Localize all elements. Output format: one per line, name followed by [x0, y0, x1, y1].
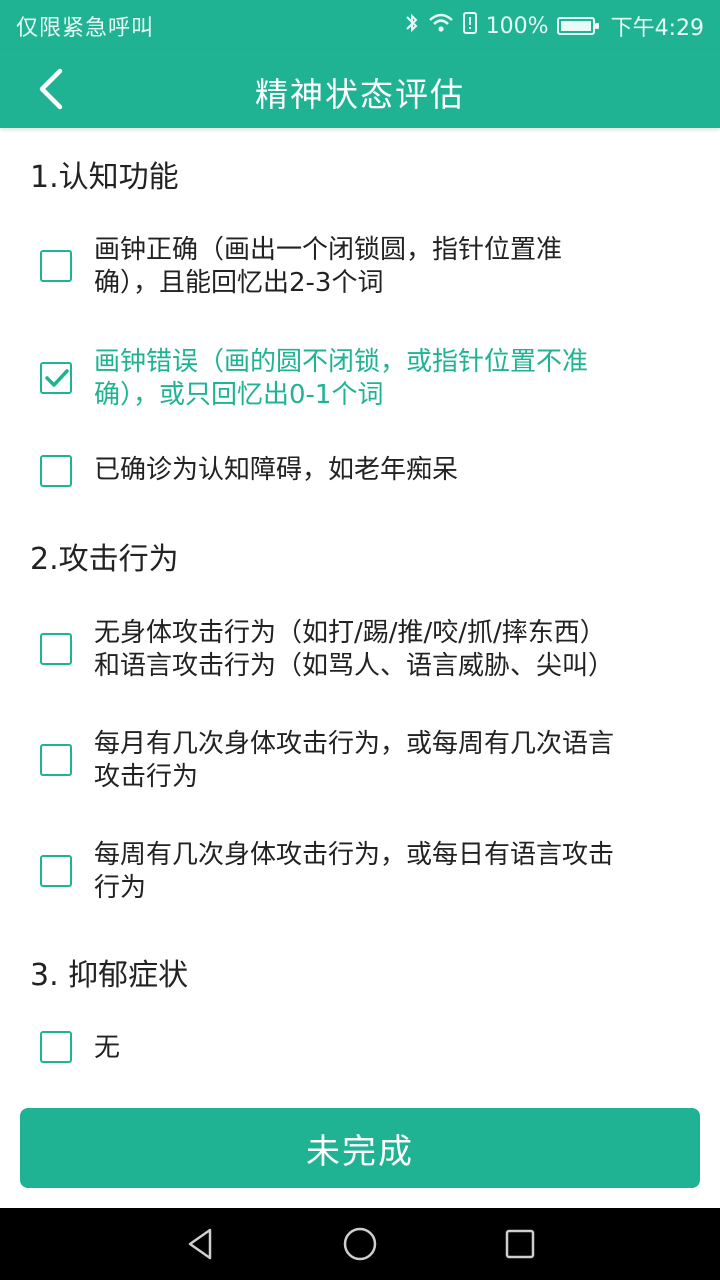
status-bar: 仅限紧急呼叫 100% 下午4:29 [0, 0, 720, 50]
option-label: 画钟正确（画出一个闭锁圆，指针位置准 确），且能回忆出2-3个词 [94, 235, 563, 298]
checkbox[interactable] [40, 1031, 72, 1063]
option-label: 无 [94, 1033, 121, 1063]
bluetooth-icon [404, 11, 420, 41]
option-cognition-2[interactable]: 画钟错误（画的圆不闭锁，或指针位置不准 确），或只回忆出0-1个词 [0, 335, 720, 425]
system-nav-bar [0, 1208, 720, 1280]
option-label: 每周有几次身体攻击行为，或每日有语言攻击 行为 [94, 840, 615, 903]
checkbox-checked[interactable] [40, 362, 72, 394]
checkbox[interactable] [40, 250, 72, 282]
battery-icon [556, 17, 599, 35]
status-right-group: 100% 下午4:29 [404, 10, 704, 42]
option-label: 无身体攻击行为（如打/踢/推/咬/抓/摔东西） 和语言攻击行为（如骂人、语言威胁… [94, 618, 615, 681]
submit-button[interactable]: 未完成 [20, 1108, 700, 1188]
circle-home-icon[interactable] [342, 1226, 378, 1262]
checkbox[interactable] [40, 455, 72, 487]
square-recents-icon[interactable] [502, 1226, 538, 1262]
option-aggression-1[interactable]: 无身体攻击行为（如打/踢/推/咬/抓/摔东西） 和语言攻击行为（如骂人、语言威胁… [0, 604, 720, 694]
assessment-form: 1.认知功能 画钟正确（画出一个闭锁圆，指针位置准 确），且能回忆出2-3个词 … [0, 128, 720, 1098]
option-label: 每月有几次身体攻击行为，或每周有几次语言 攻击行为 [94, 729, 615, 792]
option-label: 已确诊为认知障碍，如老年痴呆 [94, 455, 459, 485]
checkbox[interactable] [40, 633, 72, 665]
option-cognition-3[interactable]: 已确诊为认知障碍，如老年痴呆 [0, 442, 720, 502]
section-title-aggression: 2.攻击行为 [30, 542, 179, 577]
option-label-selected: 画钟错误（画的圆不闭锁，或指针位置不准 确），或只回忆出0-1个词 [94, 347, 589, 410]
option-aggression-3[interactable]: 每周有几次身体攻击行为，或每日有语言攻击 行为 [0, 826, 720, 916]
check-icon [45, 369, 69, 387]
app-bar: 精神状态评估 [0, 50, 720, 128]
option-depression-1[interactable]: 无 [0, 1018, 720, 1078]
status-time: 下午4:29 [610, 16, 704, 41]
page-title: 精神状态评估 [255, 75, 465, 114]
option-aggression-2[interactable]: 每月有几次身体攻击行为，或每周有几次语言 攻击行为 [0, 715, 720, 805]
section-title-cognition: 1.认知功能 [30, 160, 179, 195]
option-cognition-1[interactable]: 画钟正确（画出一个闭锁圆，指针位置准 确），且能回忆出2-3个词 [0, 223, 720, 313]
checkbox[interactable] [40, 855, 72, 887]
section-title-depression: 3. 抑郁症状 [30, 958, 189, 993]
status-carrier-text: 仅限紧急呼叫 [16, 16, 155, 41]
sim-alert-icon [462, 11, 478, 41]
battery-percent: 100% [485, 13, 549, 39]
checkbox[interactable] [40, 744, 72, 776]
wifi-icon [428, 12, 454, 40]
triangle-back-icon[interactable] [182, 1226, 218, 1262]
